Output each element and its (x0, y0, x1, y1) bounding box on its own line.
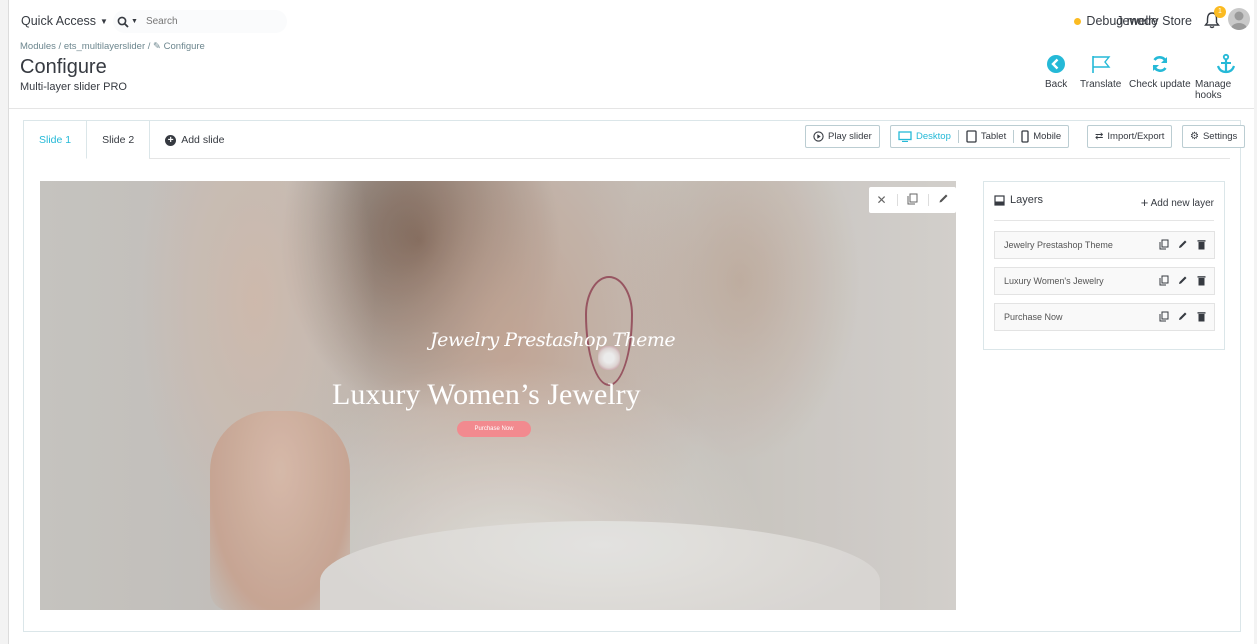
add-slide-label: Add slide (181, 134, 225, 146)
trash-icon[interactable] (1197, 311, 1206, 322)
play-slider-label: Play slider (828, 131, 872, 142)
mobile-view-button[interactable]: Mobile (1014, 126, 1068, 147)
tablet-view-button[interactable]: Tablet (959, 126, 1013, 147)
device-switcher: Desktop Tablet Mobile (890, 125, 1070, 148)
layer-item[interactable]: Luxury Women's Jewelry (994, 267, 1215, 295)
layer-item-actions (1159, 311, 1206, 322)
gear-icon: ⚙ (1190, 131, 1199, 142)
plus-icon: + (1140, 195, 1149, 210)
anchor-icon (1215, 52, 1237, 76)
check-update-button[interactable]: Check update (1129, 52, 1191, 90)
slide-canvas[interactable]: ✕ Jewelry Prestashop Theme Luxury Women’… (40, 181, 956, 610)
copy-icon[interactable] (1159, 311, 1169, 322)
layers-header: Layers (994, 194, 1043, 206)
translate-button[interactable]: Translate (1080, 52, 1121, 90)
notification-badge: 1 (1214, 6, 1226, 18)
caret-down-icon: ▼ (100, 16, 108, 26)
copy-icon[interactable] (1159, 275, 1169, 286)
search-box: ▼ (113, 10, 287, 33)
search-input[interactable] (145, 16, 276, 27)
copy-icon[interactable] (903, 193, 923, 208)
pencil-icon[interactable] (1178, 275, 1188, 285)
tool-separator (896, 194, 898, 206)
manage-hooks-label: Manage hooks (1195, 79, 1232, 101)
avatar[interactable] (1228, 8, 1250, 30)
slide-layer-purchase-button[interactable]: Purchase Now (457, 421, 531, 437)
tabs-divider (149, 158, 1230, 159)
check-update-label: Check update (1129, 79, 1191, 90)
layer-item-label: Luxury Women's Jewelry (1004, 276, 1104, 286)
back-label: Back (1045, 79, 1068, 90)
mobile-icon (1021, 130, 1029, 143)
settings-button[interactable]: ⚙ Settings (1182, 125, 1246, 148)
trash-icon[interactable] (1197, 275, 1206, 286)
add-slide-button[interactable]: + Add slide (150, 121, 239, 159)
desktop-label: Desktop (916, 131, 951, 142)
pencil-icon[interactable] (934, 193, 954, 207)
manage-hooks-button[interactable]: Manage hooks (1195, 52, 1257, 101)
copy-icon[interactable] (1159, 239, 1169, 250)
desktop-view-button[interactable]: Desktop (891, 126, 958, 147)
header-divider (9, 108, 1254, 109)
slide-layer-headline[interactable]: Luxury Women’s Jewelry (332, 378, 641, 412)
plus-circle-icon: + (165, 134, 177, 146)
tablet-label: Tablet (980, 131, 1007, 142)
slide-tabs: Slide 1 Slide 2 + Add slide (24, 121, 239, 159)
store-name-link[interactable]: Jewelry Store (1116, 14, 1192, 28)
slide-layer-script-text[interactable]: Jewelry Prestashop Theme (430, 329, 676, 351)
slider-config-panel: Slide 1 Slide 2 + Add slide Play slider … (23, 120, 1246, 632)
layer-item-label: Jewelry Prestashop Theme (1004, 240, 1113, 250)
page: Quick Access ▼ ▼ Debug mode Jewelry Stor… (0, 0, 1257, 644)
debug-dot-icon (1074, 17, 1082, 25)
layer-item-label: Purchase Now (1004, 312, 1063, 322)
page-subtitle: Multi-layer slider PRO (20, 81, 127, 93)
back-icon (1046, 52, 1066, 76)
mobile-label: Mobile (1033, 131, 1062, 142)
quick-access-label: Quick Access (21, 14, 97, 28)
layer-item-actions (1159, 275, 1206, 286)
page-title: Configure (20, 56, 107, 78)
left-sidebar-edge (0, 0, 9, 644)
layers-panel: Layers + Add new layer Jewelry Prestasho… (983, 181, 1225, 350)
translate-label: Translate (1080, 79, 1122, 90)
refresh-icon (1150, 52, 1170, 76)
pencil-icon[interactable] (1178, 311, 1188, 321)
add-new-layer-label: Add new layer (1150, 198, 1214, 209)
back-button[interactable]: Back (1045, 52, 1067, 90)
layers-divider (994, 220, 1214, 221)
layer-item[interactable]: Purchase Now (994, 303, 1215, 331)
layer-item-actions (1159, 239, 1206, 250)
layer-item[interactable]: Jewelry Prestashop Theme (994, 231, 1215, 259)
desktop-icon (898, 131, 912, 142)
import-export-label: Import/Export (1107, 131, 1165, 142)
quick-access-dropdown[interactable]: Quick Access ▼ (21, 14, 108, 28)
tool-separator (927, 194, 929, 206)
play-slider-button[interactable]: Play slider (805, 125, 880, 148)
swap-icon: ⇄ (1095, 131, 1104, 142)
slide-tools: ✕ (869, 187, 956, 213)
tablet-icon (966, 130, 977, 143)
flag-icon (1090, 52, 1112, 76)
close-icon[interactable]: ✕ (872, 193, 892, 207)
top-bar: Quick Access ▼ ▼ Debug mode Jewelry Stor… (9, 0, 1254, 36)
search-icon[interactable]: ▼ (117, 16, 138, 28)
breadcrumb[interactable]: Modules / ets_multilayerslider / ✎ Confi… (20, 41, 205, 52)
notifications-bell[interactable]: 1 (1202, 6, 1226, 30)
pencil-icon[interactable] (1178, 239, 1188, 249)
layers-icon (994, 194, 1005, 206)
import-export-button[interactable]: ⇄ Import/Export (1087, 125, 1173, 148)
tab-slide-1[interactable]: Slide 1 (24, 121, 88, 159)
layers-title: Layers (1010, 194, 1044, 206)
trash-icon[interactable] (1197, 239, 1206, 250)
play-icon (813, 131, 824, 142)
search-caret-icon: ▼ (131, 18, 138, 25)
add-new-layer-button[interactable]: + Add new layer (1141, 195, 1214, 210)
settings-label: Settings (1202, 131, 1238, 142)
tab-slide-2[interactable]: Slide 2 (87, 121, 151, 159)
